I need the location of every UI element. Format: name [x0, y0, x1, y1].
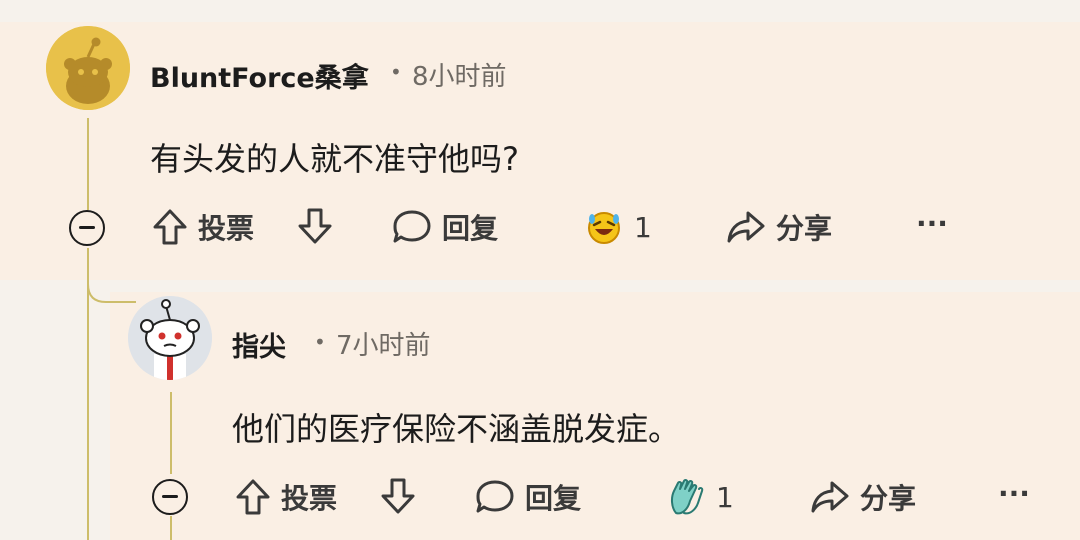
reply-label: 回复: [525, 482, 582, 515]
thread-line[interactable]: [87, 118, 89, 210]
timestamp[interactable]: 8小时前: [412, 56, 507, 93]
vote-label: 投票: [281, 482, 338, 515]
reply-button[interactable]: 回复: [392, 207, 498, 247]
collapse-button[interactable]: [69, 210, 105, 246]
upvote-icon: [153, 209, 187, 245]
separator-dot: •: [390, 60, 402, 84]
reply-label: 回复: [442, 212, 499, 245]
downvote-icon: [381, 478, 415, 514]
upvote-icon: [236, 479, 270, 515]
downvote-button[interactable]: [297, 207, 333, 245]
separator-dot: •: [314, 330, 326, 354]
comment-bubble-icon: [393, 210, 431, 243]
comment-bubble-icon: [476, 480, 514, 513]
timestamp[interactable]: 7小时前: [336, 325, 431, 362]
more-icon: ···: [916, 207, 948, 240]
username[interactable]: BluntForce桑拿: [150, 56, 369, 95]
thread-line[interactable]: [170, 392, 172, 474]
share-arrow-icon: [727, 211, 765, 243]
award-button[interactable]: 1: [666, 477, 734, 517]
award-button[interactable]: 1: [584, 207, 652, 247]
downvote-icon: [298, 208, 332, 244]
username[interactable]: 指尖: [232, 325, 286, 364]
share-button[interactable]: 分享: [810, 477, 916, 517]
clapping-hands-award-icon: [670, 478, 704, 515]
snoo-avatar-icon: [128, 296, 212, 380]
snoo-avatar-icon: [46, 26, 130, 110]
avatar[interactable]: [46, 26, 130, 110]
more-options-button[interactable]: ···: [998, 477, 1030, 510]
collapse-button[interactable]: [152, 479, 188, 515]
upvote-button[interactable]: 投票: [152, 207, 254, 247]
share-label: 分享: [776, 212, 833, 245]
share-arrow-icon: [811, 481, 849, 513]
avatar[interactable]: [128, 296, 212, 380]
upvote-button[interactable]: 投票: [235, 477, 337, 517]
award-count: 1: [716, 480, 734, 514]
more-icon: ···: [998, 477, 1030, 510]
share-label: 分享: [860, 482, 917, 515]
award-count: 1: [634, 210, 652, 244]
comment-text: 有头发的人就不准守他吗?: [150, 140, 519, 178]
laughing-face-award-icon: [588, 212, 620, 244]
reply-button[interactable]: 回复: [475, 477, 581, 517]
more-options-button[interactable]: ···: [916, 207, 948, 240]
thread-line[interactable]: [170, 516, 172, 540]
share-button[interactable]: 分享: [726, 207, 832, 247]
comment-text: 他们的医疗保险不涵盖脱发症。: [232, 410, 681, 448]
downvote-button[interactable]: [380, 477, 416, 515]
vote-label: 投票: [198, 212, 255, 245]
